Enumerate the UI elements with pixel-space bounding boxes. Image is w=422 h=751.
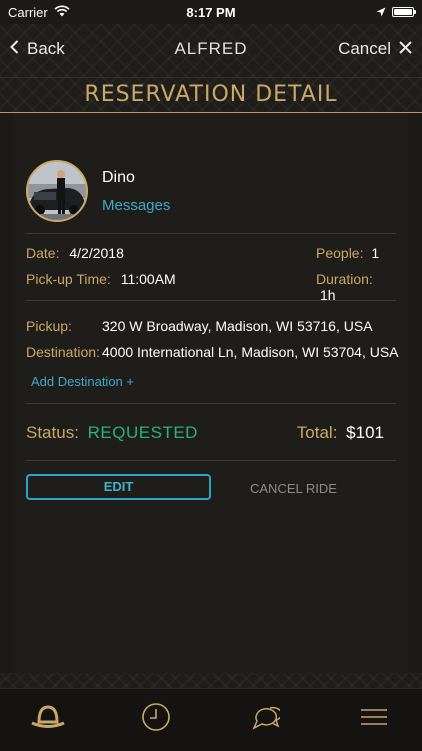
content-area: Dino Messages Date: 4/2/2018 People: 1 P…	[0, 113, 422, 673]
cancel-label: Cancel	[338, 39, 391, 58]
pickup-address: 320 W Broadway, Madison, WI 53716, USA	[102, 318, 373, 334]
avatar-photo	[28, 162, 86, 220]
cancel-button[interactable]: Cancel	[338, 39, 412, 59]
profile-text: Dino Messages	[102, 169, 170, 214]
date-value: 4/2/2018	[69, 245, 124, 261]
status-bar: Carrier 8:17 PM	[0, 0, 422, 24]
destination-label: Destination:	[26, 344, 100, 360]
divider	[26, 403, 396, 404]
total-label: Total:	[296, 423, 338, 442]
pickup-label: Pickup:	[26, 318, 72, 334]
status-row: Status: REQUESTED Total: $101	[26, 423, 396, 443]
location-arrow-icon	[376, 5, 386, 20]
status-label: Status:	[26, 423, 79, 442]
reservation-card: Dino Messages Date: 4/2/2018 People: 1 P…	[14, 113, 408, 673]
driver-name: Dino	[102, 168, 135, 186]
destination-row: Destination: 4000 International Ln, Madi…	[26, 344, 399, 360]
header: Back ALFRED Cancel RESERVATION DETAIL	[0, 24, 422, 113]
clock-icon	[141, 702, 171, 737]
close-icon	[399, 39, 412, 59]
divider	[26, 460, 396, 461]
tab-history[interactable]	[138, 701, 174, 737]
tab-bar	[0, 688, 422, 751]
total-field: Total: $101	[297, 423, 384, 443]
wifi-icon	[54, 5, 70, 20]
add-destination-link[interactable]: Add Destination +	[31, 374, 134, 389]
bowler-hat-icon	[30, 704, 66, 735]
tabbar-pattern	[0, 673, 422, 688]
people-value: 1	[371, 245, 380, 261]
tab-home[interactable]	[30, 701, 66, 737]
people-field: People: 1	[316, 245, 379, 261]
menu-icon	[360, 708, 388, 731]
divider	[26, 300, 396, 301]
battery-icon	[392, 7, 416, 17]
duration-label: Duration:	[316, 271, 373, 287]
date-row: Date: 4/2/2018 People: 1	[26, 245, 396, 261]
messages-link[interactable]: Messages	[102, 197, 170, 214]
status-left: Carrier	[8, 5, 70, 20]
status-right	[376, 5, 416, 20]
people-label: People:	[316, 245, 364, 261]
edit-button[interactable]: EDIT	[26, 474, 211, 500]
driver-profile: Dino Messages	[26, 157, 170, 225]
destination-address: 4000 International Ln, Madison, WI 53704…	[102, 344, 399, 360]
status-badge: REQUESTED	[87, 423, 198, 442]
nav-bar: Back ALFRED Cancel	[0, 24, 422, 78]
cancel-ride-button[interactable]: CANCEL RIDE	[250, 481, 337, 496]
carrier-label: Carrier	[8, 4, 48, 20]
pickup-row: Pickup: 320 W Broadway, Madison, WI 5371…	[26, 318, 396, 334]
tab-messages[interactable]	[246, 701, 283, 737]
tab-menu[interactable]	[356, 701, 392, 737]
total-value: $101	[346, 423, 384, 442]
chat-bubbles-icon	[248, 702, 283, 737]
pickup-time-label: Pick-up Time:	[26, 271, 111, 287]
avatar[interactable]	[26, 160, 88, 222]
pickup-time-row: Pick-up Time: 11:00AM Duration: 1h	[26, 271, 396, 303]
date-label: Date:	[26, 245, 60, 261]
duration-field: Duration: 1h	[316, 271, 396, 303]
pickup-time-value: 11:00AM	[120, 271, 176, 287]
divider	[26, 233, 396, 234]
page-title: RESERVATION DETAIL	[84, 82, 338, 107]
